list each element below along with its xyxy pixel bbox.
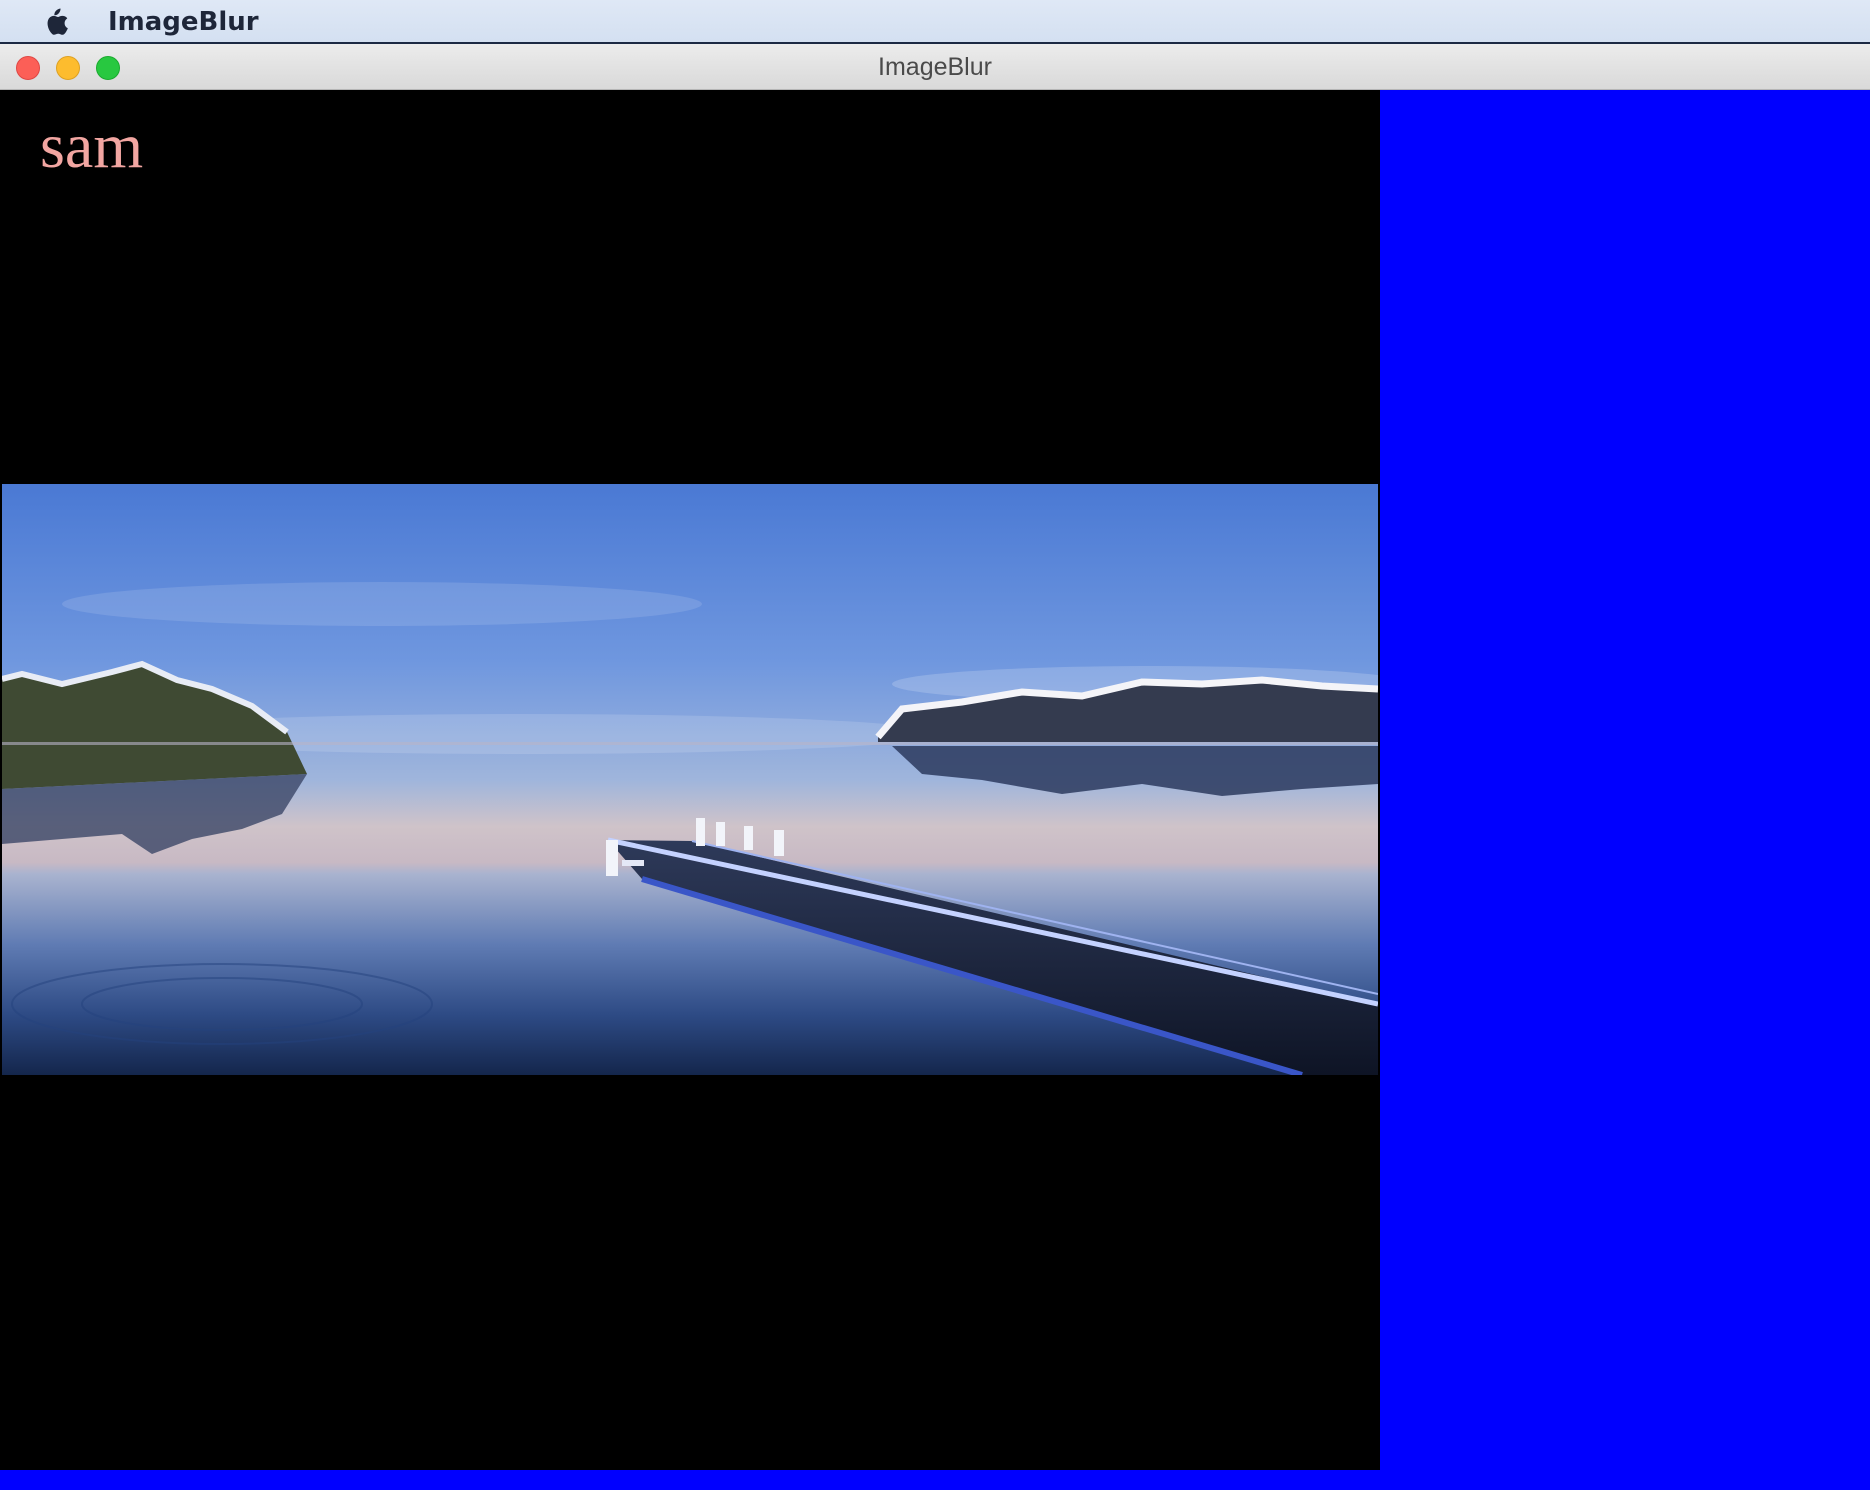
lake-dock-photo [2, 484, 1378, 1075]
canvas-background-right [1380, 90, 1870, 1490]
apple-icon[interactable] [40, 6, 70, 38]
app-name[interactable]: ImageBlur [108, 4, 259, 40]
window-title: ImageBlur [878, 53, 992, 81]
canvas-label: sam [40, 110, 144, 181]
menu-bar: ImageBlur [0, 0, 1870, 44]
window-titlebar[interactable]: ImageBlur [0, 44, 1870, 90]
